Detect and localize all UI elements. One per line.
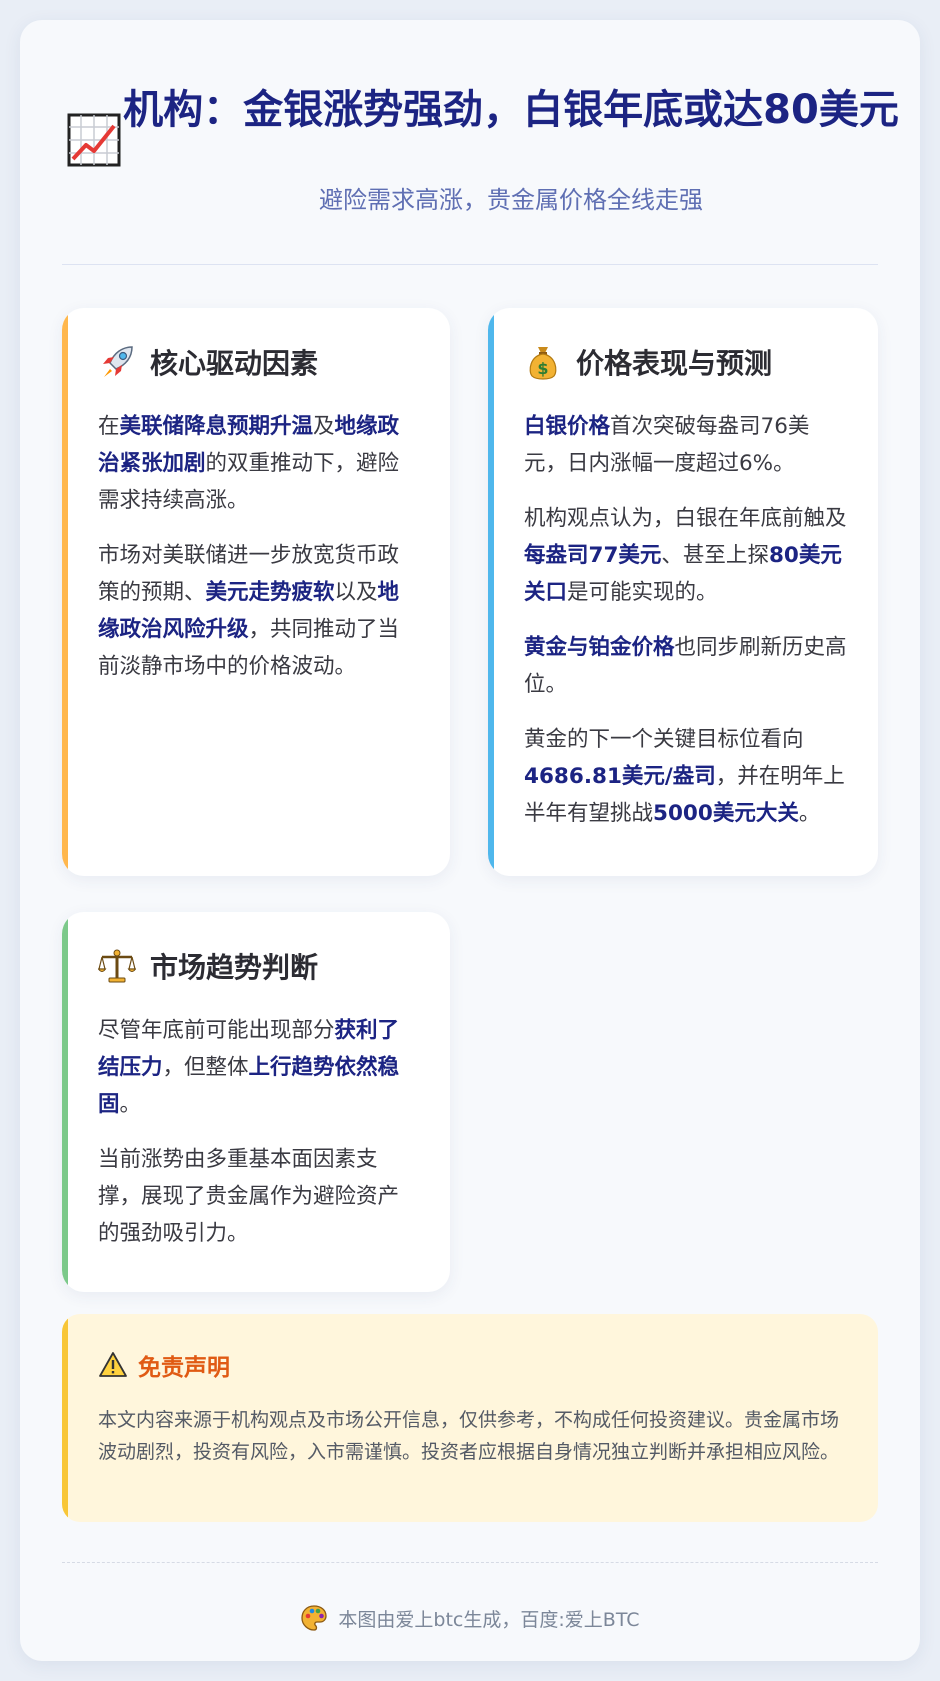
- disclaimer-text: 本文内容来源于机构观点及市场公开信息，仅供参考，不构成任何投资建议。贵金属市场波…: [98, 1409, 840, 1463]
- balance-scale-icon: [98, 949, 136, 983]
- footer: 本图由爱上btc生成，百度:爱上BTC: [20, 1604, 920, 1632]
- rocket-icon: [103, 346, 133, 377]
- drivers-paragraph-1: 在美联储降息预期升温及地缘政治紧张加剧的双重推动下，避险需求持续高涨。: [98, 414, 400, 513]
- page-subtitle: 避险需求高涨，贵金属价格全线走强: [319, 186, 703, 214]
- price-paragraph-2: 机构观点认为，白银在年底前触及每盎司77美元、甚至上探80美元关口是可能实现的。: [524, 506, 847, 605]
- trend-paragraph-1: 尽管年底前可能出现部分获利了结压力，但整体上行趋势依然稳固。: [98, 1018, 400, 1117]
- trend-card: 市场趋势判断 尽管年底前可能出现部分获利了结压力，但整体上行趋势依然稳固。 当前…: [62, 912, 450, 1292]
- footer-text: 本图由爱上btc生成，百度:爱上BTC: [338, 1608, 640, 1631]
- header-divider: [62, 264, 878, 265]
- palette-icon: [301, 1605, 328, 1631]
- card-title: 市场趋势判断: [150, 951, 319, 984]
- money-bag-icon: $: [529, 347, 557, 380]
- drivers-paragraph-2: 市场对美联储进一步放宽货币政策的预期、美元走势疲软以及地缘政治风险升级，共同推动…: [98, 543, 400, 679]
- disclaimer-box: 免责声明 本文内容来源于机构观点及市场公开信息，仅供参考，不构成任何投资建议。贵…: [62, 1314, 878, 1522]
- price-paragraph-3: 黄金与铂金价格也同步刷新历史高位。: [524, 635, 847, 697]
- drivers-card: 核心驱动因素 在美联储降息预期升温及地缘政治紧张加剧的双重推动下，避险需求持续高…: [62, 308, 450, 876]
- trend-paragraph-2: 当前涨势由多重基本面因素支撑，展现了贵金属作为避险资产的强劲吸引力。: [98, 1147, 400, 1246]
- card-title: 价格表现与预测: [576, 347, 773, 380]
- chart-increasing-icon: [67, 113, 121, 167]
- page-title: 机构：金银涨势强劲，白银年底或达80美元: [123, 87, 899, 133]
- header: 机构：金银涨势强劲，白银年底或达80美元 避险需求高涨，贵金属价格全线走强: [62, 64, 900, 215]
- price-card: $ 价格表现与预测 白银价格首次突破每盎司76美元，日内涨幅一度超过6%。 机构…: [488, 308, 878, 876]
- disclaimer-title: 免责声明: [138, 1355, 230, 1381]
- poster-page: 机构：金银涨势强劲，白银年底或达80美元 避险需求高涨，贵金属价格全线走强 核心…: [20, 20, 920, 1661]
- svg-text:$: $: [537, 359, 548, 378]
- price-paragraph-1: 白银价格首次突破每盎司76美元，日内涨幅一度超过6%。: [524, 414, 810, 476]
- card-title: 核心驱动因素: [150, 347, 319, 380]
- price-paragraph-4: 黄金的下一个关键目标位看向4686.81美元/盎司，并在明年上半年有望挑战500…: [524, 727, 845, 826]
- warning-icon: [99, 1352, 127, 1377]
- footer-divider: [62, 1562, 878, 1563]
